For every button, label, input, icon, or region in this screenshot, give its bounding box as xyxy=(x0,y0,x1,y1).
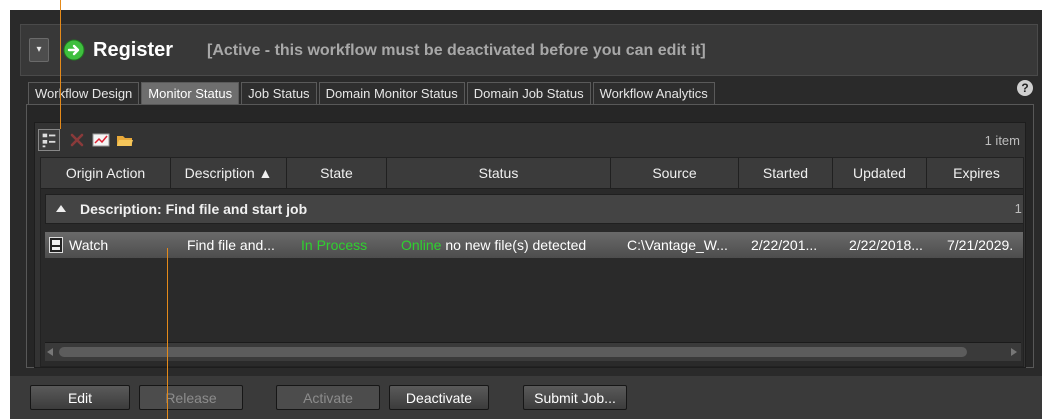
column-updated[interactable]: Updated xyxy=(833,158,927,188)
status-text: no new file(s) detected xyxy=(441,237,587,253)
tab-monitor-status[interactable]: Monitor Status xyxy=(141,82,240,104)
tab-domain-job-status[interactable]: Domain Job Status xyxy=(466,82,591,104)
scroll-right-icon[interactable] xyxy=(1011,348,1017,356)
open-folder-icon[interactable] xyxy=(116,131,134,149)
group-collapse-icon[interactable] xyxy=(56,205,66,212)
scroll-left-icon[interactable] xyxy=(47,348,53,356)
deactivate-button[interactable]: Deactivate xyxy=(389,385,489,410)
tab-domain-monitor-status[interactable]: Domain Monitor Status xyxy=(318,82,465,104)
column-origin-action[interactable]: Origin Action xyxy=(41,158,171,188)
origin-action-text: Watch xyxy=(69,237,109,253)
workflow-title: Register xyxy=(93,39,174,61)
activate-button[interactable]: Activate xyxy=(276,385,380,410)
collapse-button[interactable]: ▾ xyxy=(29,38,49,62)
watch-action-icon xyxy=(49,237,63,253)
cell-started: 2/22/201... xyxy=(751,237,818,253)
item-count: 1 item xyxy=(984,133,1020,148)
cell-updated: 2/22/2018... xyxy=(849,237,923,253)
table-row[interactable]: Watch Find file and... In Process Online… xyxy=(45,232,1023,258)
column-started[interactable]: Started xyxy=(739,158,833,188)
callout-line-bottom xyxy=(167,248,168,419)
grid-header: Origin Action Description ▲ State Status… xyxy=(41,158,1023,189)
group-by-icon[interactable] xyxy=(38,129,60,151)
cell-description: Find file and... xyxy=(187,237,275,253)
column-source[interactable]: Source xyxy=(611,158,739,188)
active-arrow-icon xyxy=(63,39,85,61)
help-icon[interactable]: ? xyxy=(1017,80,1033,96)
group-label: Description: Find file and start job xyxy=(80,201,308,217)
monitor-grid: Origin Action Description ▲ State Status… xyxy=(40,157,1024,367)
column-description[interactable]: Description ▲ xyxy=(171,158,287,188)
analytics-chart-icon[interactable] xyxy=(92,131,110,149)
edit-button[interactable]: Edit xyxy=(30,385,130,410)
submit-job-button[interactable]: Submit Job... xyxy=(523,385,627,410)
cell-status: Online no new file(s) detected xyxy=(389,232,623,258)
tab-job-status[interactable]: Job Status xyxy=(241,82,317,104)
horizontal-scrollbar[interactable] xyxy=(45,342,1021,361)
group-header-row[interactable]: Description: Find file and start job 1 i… xyxy=(45,194,1023,224)
release-button[interactable]: Release xyxy=(139,385,243,410)
status-online: Online xyxy=(401,237,442,253)
workflow-header: ▾ Register [Active - this workflow must … xyxy=(20,24,1038,76)
delete-icon[interactable] xyxy=(68,131,86,149)
scrollbar-thumb[interactable] xyxy=(59,347,967,357)
workflow-subtitle: [Active - this workflow must be deactiva… xyxy=(207,42,706,59)
monitor-toolbar xyxy=(38,128,140,152)
column-status[interactable]: Status xyxy=(387,158,611,188)
column-expires[interactable]: Expires xyxy=(927,158,1023,188)
column-state[interactable]: State xyxy=(287,158,387,188)
cell-state: In Process xyxy=(301,237,368,253)
cell-expires: 7/21/2029. xyxy=(947,237,1014,253)
cell-source: C:\Vantage_W... xyxy=(627,237,728,253)
tab-workflow-analytics[interactable]: Workflow Analytics xyxy=(592,82,715,104)
tab-workflow-design[interactable]: Workflow Design xyxy=(28,82,140,104)
tab-bar: Workflow Design Monitor Status Job Statu… xyxy=(28,82,717,104)
callout-line-top xyxy=(60,0,61,129)
group-count: 1 it xyxy=(1014,201,1023,216)
cell-origin-action: Watch xyxy=(45,232,171,258)
